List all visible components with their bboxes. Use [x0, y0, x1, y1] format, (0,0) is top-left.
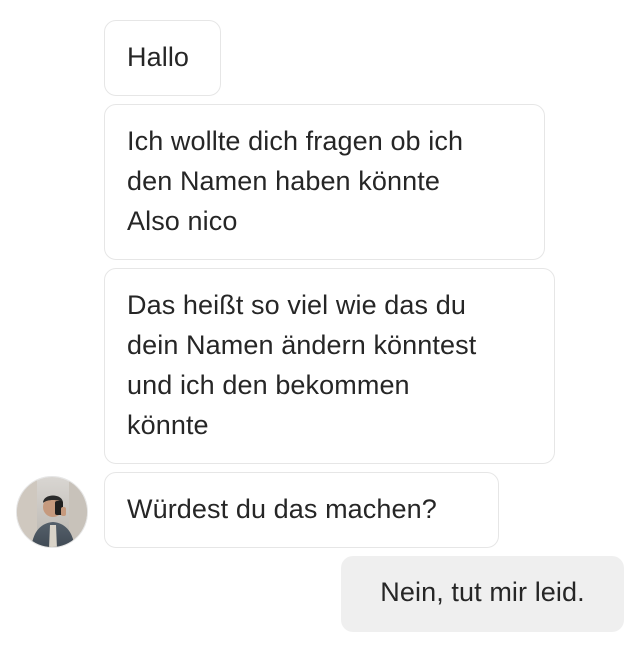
incoming-message[interactable]: Das heißt so viel wie das du dein Namen … — [104, 268, 555, 464]
chat-thread: Hallo Ich wollte dich fragen ob ich den … — [0, 0, 640, 654]
incoming-message[interactable]: Ich wollte dich fragen ob ich den Namen … — [104, 104, 545, 260]
outgoing-message[interactable]: Nein, tut mir leid. — [341, 556, 624, 632]
incoming-message[interactable]: Hallo — [104, 20, 221, 96]
incoming-message[interactable]: Würdest du das machen? — [104, 472, 499, 548]
avatar-photo-icon — [17, 477, 87, 547]
sender-avatar[interactable] — [16, 476, 88, 548]
